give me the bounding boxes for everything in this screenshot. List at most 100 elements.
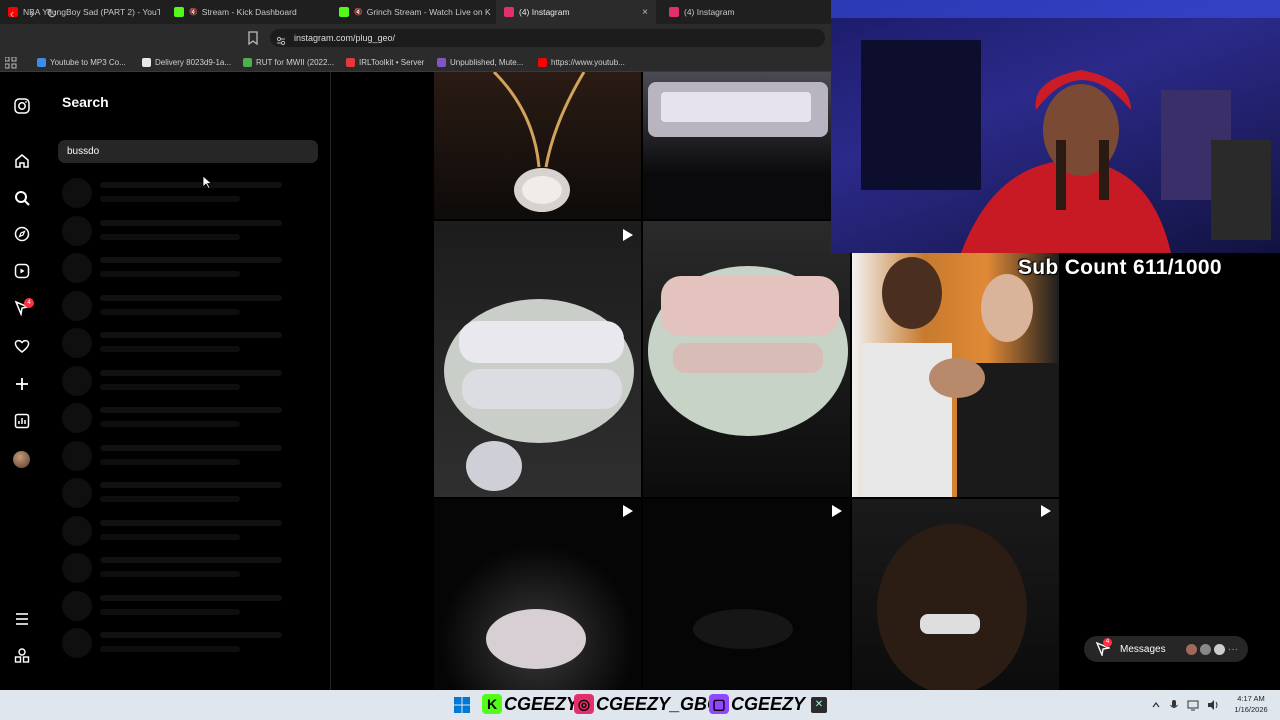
post-tile[interactable] bbox=[434, 221, 641, 497]
bookmark-item[interactable]: RUT for MWII (2022... bbox=[243, 52, 334, 72]
clock-time: 4:17 AM bbox=[1237, 694, 1265, 703]
forward-icon[interactable]: › bbox=[22, 4, 42, 24]
webcam-overlay bbox=[831, 0, 1280, 253]
browser-tab[interactable]: 🔇 Stream - Kick Dashboard bbox=[166, 0, 326, 24]
clock-date: 1/16/2026 bbox=[1234, 705, 1268, 714]
bookmark-label: Unpublished, Mute... bbox=[450, 57, 524, 67]
bookmark-label: Delivery 8023d9-1a... bbox=[155, 57, 232, 67]
streamer-handle: K CGEEZY bbox=[482, 692, 578, 716]
tab-title: Stream - Kick Dashboard bbox=[201, 7, 297, 17]
reel-play-icon bbox=[832, 505, 842, 517]
bookmark-label: https://www.youtub... bbox=[551, 57, 625, 67]
messages-button[interactable]: 4 Messages ··· bbox=[1084, 636, 1248, 662]
bookmark-label: IRLToolkit • Server bbox=[359, 57, 425, 67]
back-icon[interactable]: ‹ bbox=[2, 4, 22, 24]
close-tab-icon[interactable]: × bbox=[642, 7, 648, 18]
browser-tab[interactable]: 🔇 Grinch Stream - Watch Live on Ki... bbox=[331, 0, 491, 24]
instagram-icon bbox=[669, 7, 679, 17]
post-tile[interactable] bbox=[643, 499, 850, 690]
search-input[interactable] bbox=[58, 140, 318, 163]
search-panel-title: Search bbox=[62, 94, 109, 110]
bookmark-item[interactable]: Youtube to MP3 Co... bbox=[37, 52, 126, 72]
bookmark-favicon-icon bbox=[243, 57, 252, 67]
explore-icon[interactable] bbox=[11, 223, 33, 245]
heart-icon[interactable] bbox=[11, 335, 33, 357]
messages-badge: 4 bbox=[1103, 638, 1112, 647]
handle-text: CGEEZY_GBC bbox=[596, 693, 721, 714]
twitch-icon: ▢ bbox=[709, 694, 729, 714]
post-tile[interactable] bbox=[643, 72, 832, 219]
messenger-icon: 4 bbox=[1095, 638, 1112, 658]
browser-tab[interactable]: (4) Instagram × bbox=[496, 0, 656, 24]
browser-tab[interactable]: (4) Instagram bbox=[661, 0, 821, 24]
bookmark-icon[interactable] bbox=[246, 30, 260, 46]
avatar bbox=[1214, 643, 1225, 655]
create-icon[interactable] bbox=[11, 373, 33, 395]
post-tile[interactable] bbox=[434, 499, 641, 690]
notification-badge: 4 bbox=[24, 298, 34, 308]
kick-icon: K bbox=[482, 694, 502, 714]
site-info-icon[interactable] bbox=[276, 33, 286, 46]
kick-icon bbox=[174, 7, 184, 17]
two-people-photo bbox=[862, 257, 1059, 497]
instagram-icon bbox=[504, 7, 514, 17]
bookmark-item[interactable]: https://www.youtub... bbox=[538, 52, 625, 72]
reels-icon[interactable] bbox=[11, 260, 33, 282]
mouse-cursor-icon bbox=[202, 175, 214, 190]
instagram-icon: ◎ bbox=[574, 694, 594, 714]
threads-apps-icon[interactable] bbox=[11, 645, 33, 667]
volume-icon[interactable] bbox=[1207, 698, 1219, 712]
avatar bbox=[1186, 643, 1197, 655]
post-tile[interactable] bbox=[434, 72, 641, 219]
grill-closeup-image bbox=[486, 609, 586, 669]
tab-title: (4) Instagram bbox=[684, 7, 735, 17]
post-tile[interactable] bbox=[643, 221, 850, 497]
profile-avatar[interactable] bbox=[13, 451, 30, 468]
bookmark-favicon-icon bbox=[538, 57, 547, 67]
search-icon[interactable] bbox=[11, 187, 33, 209]
bookmark-item[interactable]: IRLToolkit • Server bbox=[346, 52, 424, 72]
smiling-face-image bbox=[877, 524, 1027, 690]
reel-play-icon bbox=[623, 229, 633, 241]
apps-grid-icon[interactable] bbox=[4, 56, 17, 69]
muted-icon[interactable]: 🔇 bbox=[189, 8, 198, 16]
taskbar-clock[interactable]: 4:17 AM 1/16/2026 bbox=[1228, 693, 1274, 715]
bookmark-item[interactable]: Delivery 8023d9-1a... bbox=[142, 52, 231, 72]
home-icon[interactable] bbox=[11, 150, 33, 172]
instagram-icon[interactable] bbox=[11, 95, 33, 117]
diamond-logo-image bbox=[648, 82, 828, 137]
tab-title: Grinch Stream - Watch Live on Ki... bbox=[366, 7, 491, 17]
rose-gold-grillz-image bbox=[648, 266, 848, 436]
handle-text: CGEEZY bbox=[731, 693, 806, 714]
bookmark-label: Youtube to MP3 Co... bbox=[50, 57, 126, 67]
streamer-webcam-image bbox=[831, 0, 1280, 253]
handle-text: CGEEZY bbox=[504, 693, 579, 714]
post-tile[interactable] bbox=[852, 499, 1059, 690]
bookmark-favicon-icon bbox=[37, 57, 46, 67]
muted-icon[interactable]: 🔇 bbox=[354, 8, 363, 16]
reel-play-icon bbox=[1041, 505, 1051, 517]
more-menu-icon[interactable] bbox=[11, 608, 33, 630]
bookmark-favicon-icon bbox=[437, 57, 446, 67]
chevron-up-icon[interactable] bbox=[1151, 698, 1161, 712]
microphone-icon[interactable] bbox=[1169, 698, 1179, 712]
kick-icon bbox=[339, 7, 349, 17]
reel-play-icon bbox=[623, 505, 633, 517]
bookmark-favicon-icon bbox=[346, 57, 355, 67]
windows-start-icon[interactable] bbox=[454, 697, 470, 713]
address-bar[interactable]: instagram.com/plug_geo/ bbox=[270, 29, 825, 47]
avatar bbox=[1200, 643, 1211, 655]
dark-sparkle-image bbox=[693, 609, 793, 649]
terminal-app-icon[interactable]: ✕ bbox=[811, 697, 827, 713]
reload-icon[interactable]: ↻ bbox=[42, 4, 62, 24]
streamer-handle: ▢ CGEEZY bbox=[709, 692, 805, 716]
sub-count-overlay: Sub Count 611/1000 bbox=[1018, 256, 1222, 279]
bookmark-item[interactable]: Unpublished, Mute... bbox=[437, 52, 523, 72]
system-tray bbox=[1151, 698, 1221, 712]
dashboard-icon[interactable] bbox=[11, 410, 33, 432]
post-tile[interactable] bbox=[852, 253, 1059, 497]
network-icon[interactable] bbox=[1187, 698, 1199, 712]
bookmark-favicon-icon bbox=[142, 57, 151, 67]
chain-pendant-image bbox=[492, 72, 586, 212]
conversation-avatars: ··· bbox=[1186, 643, 1238, 655]
